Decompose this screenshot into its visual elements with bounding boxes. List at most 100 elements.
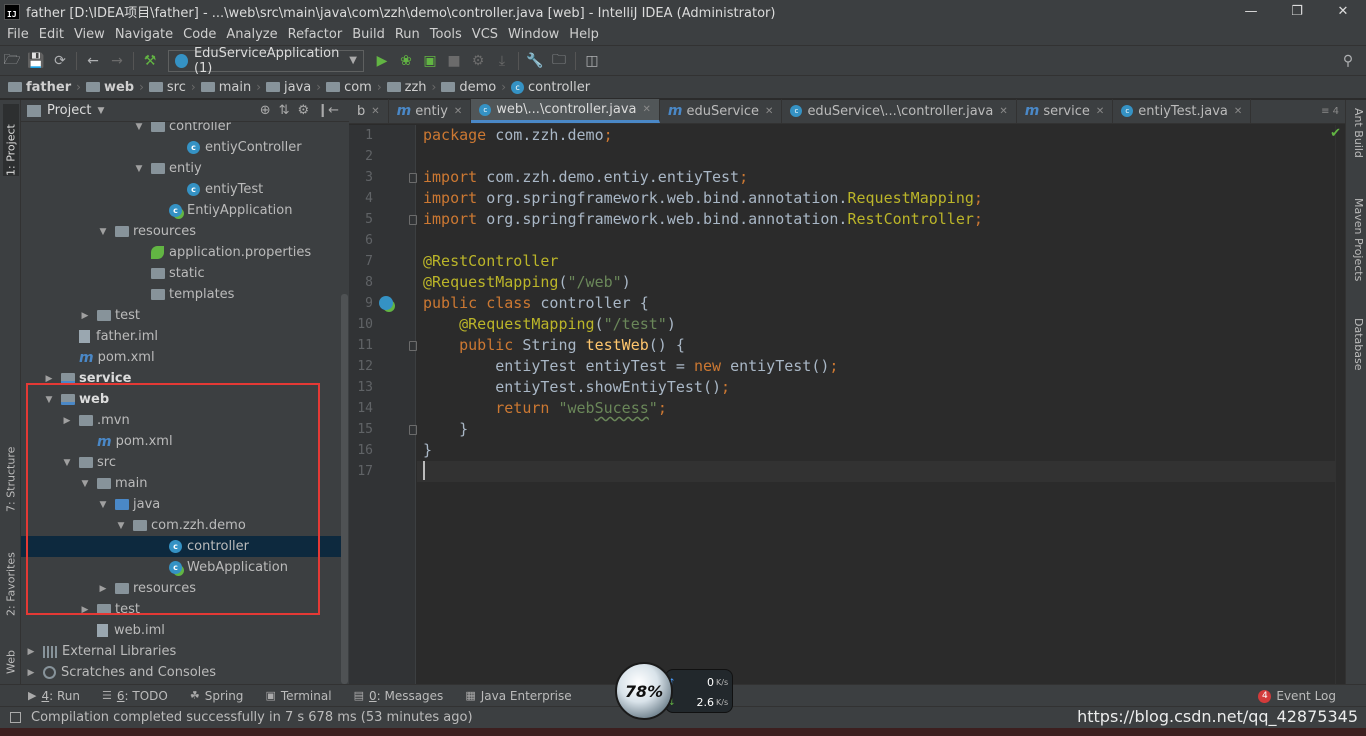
editor-tab-b[interactable]: b ✕	[349, 99, 389, 123]
close-icon[interactable]: ✕	[765, 106, 773, 117]
tree-item-entiyapplication[interactable]: c EntiyApplication	[21, 200, 341, 221]
close-window-button[interactable]: ✕	[1320, 0, 1366, 23]
menu-run[interactable]: Run	[390, 27, 425, 42]
menu-edit[interactable]: Edit	[34, 27, 69, 42]
tab-web[interactable]: Web	[3, 630, 19, 674]
menu-vcs[interactable]: VCS	[467, 27, 503, 42]
tool-window--run[interactable]: ▶ 4: Run	[28, 689, 80, 703]
restore-button[interactable]: ❐	[1274, 0, 1320, 23]
breadcrumb-item-com[interactable]: com	[324, 80, 374, 95]
tree-item-resources[interactable]: ▼ resources	[21, 221, 341, 242]
collapsed-arrow-icon[interactable]: ▶	[61, 416, 73, 426]
editor-scrollbar[interactable]	[1335, 125, 1345, 684]
tree-item-entiy[interactable]: ▼ entiy	[21, 158, 341, 179]
collapsed-arrow-icon[interactable]: ▶	[97, 584, 109, 594]
tree-item-web[interactable]: ▼ web	[21, 389, 341, 410]
expanded-arrow-icon[interactable]: ▼	[133, 164, 145, 174]
breadcrumb-item-zzh[interactable]: zzh	[385, 80, 429, 95]
run-icon[interactable]: ▶	[370, 50, 394, 72]
fold-marker-icon[interactable]	[409, 173, 417, 183]
breadcrumb-item-web[interactable]: web	[84, 80, 136, 95]
event-log-button[interactable]: 4 Event Log	[1258, 685, 1336, 707]
gear-icon[interactable]: ⚙	[298, 103, 310, 118]
tree-item-resources[interactable]: ▶ resources	[21, 578, 341, 599]
coverage-icon[interactable]: ▣	[418, 50, 442, 72]
menu-analyze[interactable]: Analyze	[221, 27, 282, 42]
code-area[interactable]: package com.zzh.demo; import com.zzh.demo…	[417, 125, 1345, 684]
attach-icon[interactable]: ⤓	[490, 50, 514, 72]
tree-item-webapplication[interactable]: c WebApplication	[21, 557, 341, 578]
tree-item-application-properties[interactable]: application.properties	[21, 242, 341, 263]
close-icon[interactable]: ✕	[454, 106, 462, 117]
tree-item-scratches-and-consoles[interactable]: ▶ Scratches and Consoles	[21, 662, 341, 683]
tree-item-entiycontroller[interactable]: c entiyController	[21, 137, 341, 158]
close-icon[interactable]: ✕	[1234, 106, 1242, 117]
menu-view[interactable]: View	[69, 27, 110, 42]
tree-item-web-iml[interactable]: web.iml	[21, 620, 341, 641]
forward-icon[interactable]: →	[105, 50, 129, 72]
close-icon[interactable]: ✕	[1096, 106, 1104, 117]
project-structure-icon[interactable]: 🗀	[547, 50, 571, 72]
settings-wrench-icon[interactable]: 🔧	[523, 50, 547, 72]
tree-item-java[interactable]: ▼ java	[21, 494, 341, 515]
collapse-all-icon[interactable]: ⇅	[279, 103, 290, 118]
tree-item-src[interactable]: ▼ src	[21, 452, 341, 473]
close-icon[interactable]: ✕	[643, 104, 651, 115]
editor-tab-eduservice-controller-java[interactable]: c eduService\...\controller.java ✕	[782, 99, 1017, 123]
tree-item-external-libraries[interactable]: ▶ External Libraries	[21, 641, 341, 662]
tab-overflow-menu[interactable]: ≡ 4	[1321, 99, 1345, 123]
fold-marker-icon[interactable]	[409, 215, 417, 225]
editor-tab-entiytest-java[interactable]: c entiyTest.java ✕	[1113, 99, 1252, 123]
tree-item-entiytest[interactable]: c entiyTest	[21, 179, 341, 200]
profile-icon[interactable]: ⚙	[466, 50, 490, 72]
expanded-arrow-icon[interactable]: ▼	[43, 395, 55, 405]
collapsed-arrow-icon[interactable]: ▶	[25, 647, 37, 657]
expanded-arrow-icon[interactable]: ▼	[79, 479, 91, 489]
tab-structure[interactable]: 7: Structure	[3, 434, 19, 512]
editor-tab-web-controller-java[interactable]: c web\...\controller.java ✕	[471, 99, 660, 123]
tree-item-service[interactable]: ▶ service	[21, 368, 341, 389]
sync-icon[interactable]: ⟳	[48, 50, 72, 72]
tree-item-static[interactable]: static	[21, 263, 341, 284]
back-icon[interactable]: ←	[81, 50, 105, 72]
menu-build[interactable]: Build	[347, 27, 390, 42]
collapsed-arrow-icon[interactable]: ▶	[79, 311, 91, 321]
tab-database[interactable]: Database	[1349, 318, 1365, 371]
spring-bean-icon[interactable]	[379, 296, 393, 310]
menu-tools[interactable]: Tools	[425, 27, 467, 42]
breadcrumb-item-main[interactable]: main	[199, 80, 253, 95]
breadcrumb-item-father[interactable]: father	[6, 80, 73, 95]
tool-window-java-enterprise[interactable]: ▦ Java Enterprise	[465, 689, 571, 703]
network-speed-widget[interactable]: ↑ 0 K/s ↓ 2.6 K/s 78%	[615, 662, 735, 722]
menu-refactor[interactable]: Refactor	[283, 27, 348, 42]
menu-window[interactable]: Window	[503, 27, 564, 42]
collapsed-arrow-icon[interactable]: ▶	[79, 605, 91, 615]
expanded-arrow-icon[interactable]: ▼	[97, 227, 109, 237]
expanded-arrow-icon[interactable]: ▼	[115, 521, 127, 531]
breadcrumb-item-demo[interactable]: demo	[439, 80, 498, 95]
collapsed-arrow-icon[interactable]: ▶	[25, 668, 37, 678]
search-icon[interactable]: ⚲	[1336, 50, 1360, 72]
tool-window--messages[interactable]: ▤ 0: Messages	[354, 689, 444, 703]
editor-tab-entiy[interactable]: m entiy ✕	[389, 99, 472, 123]
tab-favorites[interactable]: 2: Favorites	[3, 534, 19, 616]
tree-item-pom-xml[interactable]: m pom.xml	[21, 347, 341, 368]
menu-help[interactable]: Help	[564, 27, 604, 42]
inspection-ok-icon[interactable]: ✔	[1330, 126, 1341, 141]
fold-marker-icon[interactable]	[409, 341, 417, 351]
run-configuration-select[interactable]: EduServiceApplication (1) ▼	[168, 46, 364, 76]
tool-window--todo[interactable]: ☰ 6: TODO	[102, 689, 168, 703]
breadcrumb-item-java[interactable]: java	[264, 80, 313, 95]
project-view-select[interactable]: Project	[47, 103, 91, 118]
menu-code[interactable]: Code	[178, 27, 221, 42]
tree-item--mvn[interactable]: ▶ .mvn	[21, 410, 341, 431]
tree-item-pom-xml[interactable]: m pom.xml	[21, 431, 341, 452]
tab-project[interactable]: 1: Project	[3, 104, 19, 176]
tab-maven-projects[interactable]: Maven Projects	[1349, 198, 1365, 281]
sdk-icon[interactable]: ◫	[580, 50, 604, 72]
tree-item-test[interactable]: ▶ test	[21, 599, 341, 620]
tab-ant-build[interactable]: Ant Build	[1349, 108, 1365, 158]
breadcrumb-item-controller[interactable]: c controller	[509, 80, 592, 95]
menu-file[interactable]: File	[2, 27, 34, 42]
tree-item-father-iml[interactable]: father.iml	[21, 326, 341, 347]
